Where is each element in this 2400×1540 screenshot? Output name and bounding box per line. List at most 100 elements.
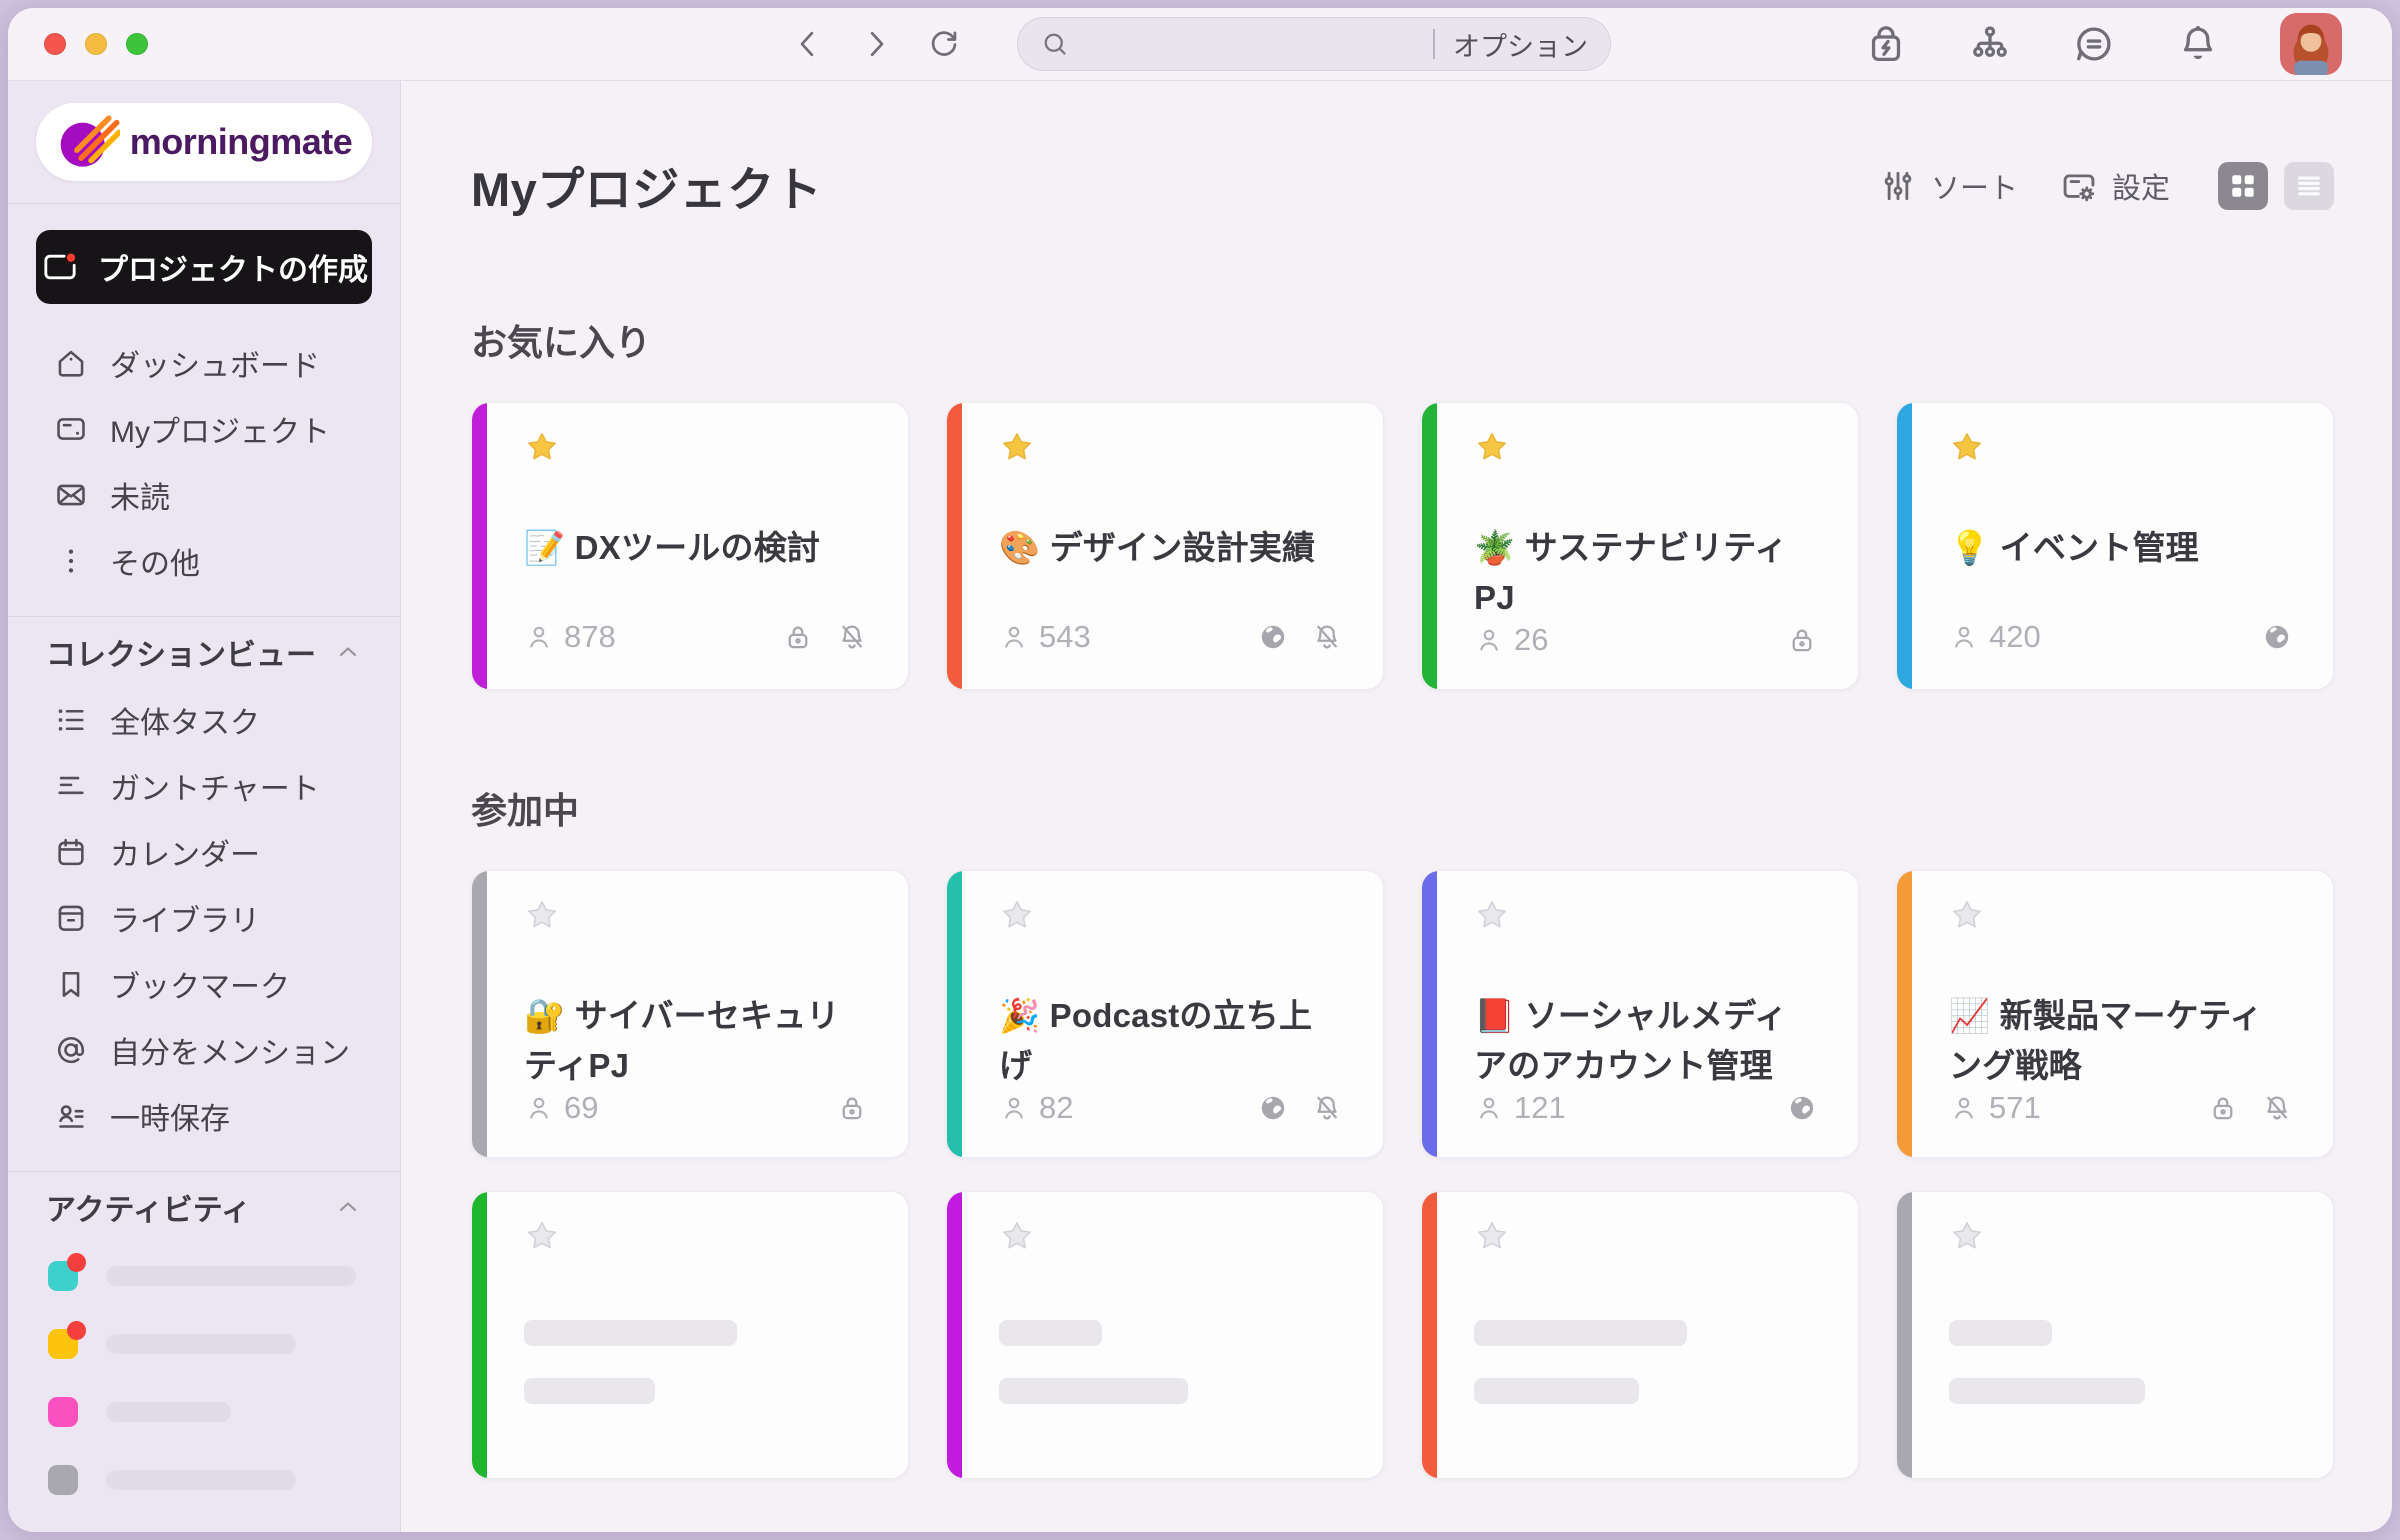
collection-item-all-tasks[interactable]: 全体タスク bbox=[8, 687, 400, 753]
search-input[interactable] bbox=[1084, 28, 1425, 60]
activity-label: アクティビティ bbox=[46, 1185, 251, 1229]
new-project-icon bbox=[40, 247, 80, 287]
star-icon bbox=[1949, 429, 1985, 465]
project-settings-icon bbox=[2060, 167, 2098, 205]
search-icon bbox=[1040, 29, 1070, 59]
dots-vertical-icon bbox=[54, 544, 88, 578]
project-card[interactable]: 🎉 Podcastの立ち上げ82 bbox=[946, 870, 1384, 1158]
app-window: オプション morningmate プロジェクトの作成 ダッシュボードMyプロジ… bbox=[8, 8, 2392, 1532]
sidebar-item-more[interactable]: その他 bbox=[8, 528, 400, 594]
sidebar-item-dashboard[interactable]: ダッシュボード bbox=[8, 330, 400, 396]
skeleton-bar bbox=[524, 1378, 655, 1404]
lock-icon bbox=[1786, 624, 1818, 656]
project-card[interactable]: 💡 イベント管理 420 bbox=[1896, 402, 2334, 690]
sidebar-item-unread-label: 未読 bbox=[110, 473, 170, 517]
project-card[interactable]: 📕 ソーシャルメディアのアカウント管理121 bbox=[1421, 870, 1859, 1158]
grid-view-button[interactable] bbox=[2218, 162, 2268, 210]
search-options-button[interactable]: オプション bbox=[1453, 25, 1588, 64]
project-card[interactable]: 🔐 サイバーセキュリティPJ69 bbox=[471, 870, 909, 1158]
at-icon bbox=[54, 1033, 88, 1067]
project-color-strip bbox=[1897, 871, 1912, 1157]
chevron-right-icon bbox=[858, 26, 894, 62]
project-card[interactable]: 📝 DXツールの検討878 bbox=[471, 402, 909, 690]
favorite-star-button[interactable] bbox=[1949, 429, 1985, 465]
mail-icon bbox=[54, 478, 88, 512]
activity-list bbox=[8, 1242, 400, 1514]
lock-badge bbox=[782, 621, 814, 653]
collection-item-mentions-me[interactable]: 自分をメンション bbox=[8, 1017, 400, 1083]
search-box[interactable]: オプション bbox=[1017, 17, 1611, 71]
back-button[interactable] bbox=[790, 26, 826, 62]
sidebar-item-unread[interactable]: 未読 bbox=[8, 462, 400, 528]
lock-badge bbox=[2207, 1092, 2239, 1124]
person-icon bbox=[524, 1093, 554, 1123]
member-count: 82 bbox=[1039, 1090, 1073, 1126]
collection-view-label: コレクションビュー bbox=[46, 630, 316, 674]
brand-logo[interactable]: morningmate bbox=[36, 103, 372, 181]
history-nav bbox=[790, 8, 962, 80]
sort-button[interactable]: ソート bbox=[1879, 165, 2018, 207]
close-window-button[interactable] bbox=[44, 33, 66, 55]
collection-item-drafts[interactable]: 一時保存 bbox=[8, 1083, 400, 1149]
activity-project-chip bbox=[48, 1397, 78, 1427]
minimize-window-button[interactable] bbox=[85, 33, 107, 55]
lock-icon bbox=[782, 621, 814, 653]
sliders-icon bbox=[1879, 167, 1917, 205]
zoom-window-button[interactable] bbox=[126, 33, 148, 55]
chat-bubble-icon bbox=[2072, 22, 2116, 66]
star-icon bbox=[1949, 897, 1985, 933]
favorite-star-button[interactable] bbox=[999, 429, 1035, 465]
project-title: 🪴 サステナビリティPJ bbox=[1474, 523, 1818, 622]
page-title: Myプロジェクト bbox=[471, 151, 822, 220]
notifications-button[interactable] bbox=[2176, 22, 2220, 66]
project-card[interactable]: 📈 新製品マーケティング戦略571 bbox=[1896, 870, 2334, 1158]
create-project-button[interactable]: プロジェクトの作成 bbox=[36, 230, 372, 304]
member-count: 69 bbox=[564, 1090, 598, 1126]
collection-item-library[interactable]: ライブラリ bbox=[8, 885, 400, 951]
project-title: 🎉 Podcastの立ち上げ bbox=[999, 991, 1343, 1090]
favorite-star-button[interactable] bbox=[524, 897, 560, 933]
favorite-star-button[interactable] bbox=[1474, 897, 1510, 933]
favorite-star-button[interactable] bbox=[1474, 429, 1510, 465]
main-content: Myプロジェクト ソート 設定 お気に入り bbox=[401, 81, 2392, 1532]
project-icon bbox=[54, 412, 88, 446]
list-view-button[interactable] bbox=[2284, 162, 2334, 210]
collection-item-bookmarks[interactable]: ブックマーク bbox=[8, 951, 400, 1017]
sidebar-item-my-projects-label: Myプロジェクト bbox=[110, 407, 330, 451]
chevron-up-icon bbox=[334, 1193, 362, 1221]
activity-header[interactable]: アクティビティ bbox=[8, 1172, 400, 1242]
star-icon bbox=[1474, 429, 1510, 465]
favorite-star-button[interactable] bbox=[1949, 897, 1985, 933]
collection-item-bookmarks-label: ブックマーク bbox=[110, 962, 290, 1006]
store-button[interactable] bbox=[1864, 22, 1908, 66]
messages-button[interactable] bbox=[2072, 22, 2116, 66]
sort-label: ソート bbox=[1931, 165, 2018, 207]
unread-dot bbox=[67, 1253, 86, 1272]
skeleton-bar bbox=[999, 1378, 1188, 1404]
person-icon bbox=[999, 622, 1029, 652]
divider bbox=[8, 203, 400, 204]
project-card[interactable]: 🪴 サステナビリティPJ26 bbox=[1421, 402, 1859, 690]
search-divider bbox=[1433, 29, 1435, 59]
org-button[interactable] bbox=[1968, 22, 2012, 66]
member-count: 420 bbox=[1989, 619, 2041, 655]
project-color-strip bbox=[472, 871, 487, 1157]
user-avatar[interactable] bbox=[2280, 13, 2342, 75]
reload-button[interactable] bbox=[926, 26, 962, 62]
project-title: 💡 イベント管理 bbox=[1949, 523, 2293, 573]
favorite-star-button bbox=[999, 1218, 1035, 1254]
sidebar-item-my-projects[interactable]: Myプロジェクト bbox=[8, 396, 400, 462]
star-icon bbox=[999, 897, 1035, 933]
collection-view-header[interactable]: コレクションビュー bbox=[8, 617, 400, 687]
project-card[interactable]: 🎨 デザイン設計実績543 bbox=[946, 402, 1384, 690]
settings-button[interactable]: 設定 bbox=[2060, 165, 2170, 207]
collection-item-calendar[interactable]: カレンダー bbox=[8, 819, 400, 885]
sidebar-nav: ダッシュボード Myプロジェクト未読その他 bbox=[8, 330, 400, 594]
members-icon bbox=[1949, 622, 1979, 652]
collection-item-gantt-chart[interactable]: ガントチャート bbox=[8, 753, 400, 819]
forward-button[interactable] bbox=[858, 26, 894, 62]
favorite-star-button[interactable] bbox=[524, 429, 560, 465]
globe-icon bbox=[1257, 621, 1289, 653]
lock-badge bbox=[836, 1092, 868, 1124]
favorite-star-button[interactable] bbox=[999, 897, 1035, 933]
